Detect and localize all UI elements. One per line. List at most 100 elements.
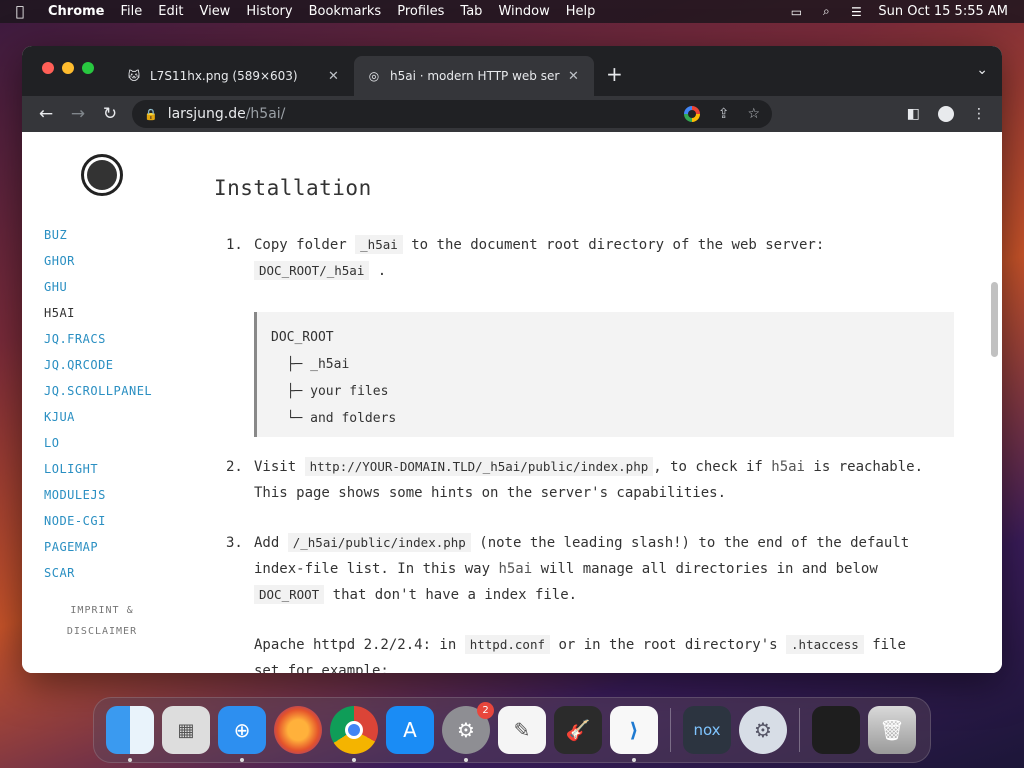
imprint-line1[interactable]: IMPRINT &: [52, 600, 152, 621]
garageband-icon[interactable]: 🎸: [554, 706, 602, 754]
menu-help[interactable]: Help: [558, 4, 604, 19]
settings-gear-icon[interactable]: ⚙: [739, 706, 787, 754]
tab-title: L7S11hx.png (589×603): [150, 69, 298, 83]
menu-view[interactable]: View: [191, 4, 238, 19]
page-heading: Installation: [214, 176, 372, 200]
menu-edit[interactable]: Edit: [150, 4, 191, 19]
sidebar-item-jq-qrcode[interactable]: JQ.QRCODE: [44, 352, 152, 378]
bookmark-star-icon[interactable]: ☆: [747, 106, 760, 122]
step-text: Copy folder: [254, 237, 347, 253]
step-text: , to check if: [653, 459, 763, 475]
dock-separator: [799, 708, 800, 752]
window-controls: [42, 62, 94, 74]
sidebar-item-jq-scrollpanel[interactable]: JQ.SCROLLPANEL: [44, 378, 152, 404]
tab-close-icon[interactable]: ✕: [328, 69, 339, 84]
step-number: 1.: [226, 237, 243, 253]
imprint-link[interactable]: IMPRINT & DISCLAIMER: [52, 600, 152, 642]
zoom-window-button[interactable]: [82, 62, 94, 74]
side-panel-icon[interactable]: ◧: [907, 106, 920, 122]
menu-app-name[interactable]: Chrome: [40, 4, 113, 19]
menu-profiles[interactable]: Profiles: [389, 4, 452, 19]
step-text: .: [377, 263, 387, 279]
screen-mirroring-icon[interactable]: ▭: [788, 5, 804, 19]
sidebar-item-modulejs[interactable]: MODULEJS: [44, 482, 152, 508]
apple-menu-icon[interactable]: : [0, 4, 40, 20]
new-tab-button[interactable]: +: [606, 62, 623, 86]
tab-close-icon[interactable]: ✕: [568, 69, 579, 84]
menu-history[interactable]: History: [238, 4, 300, 19]
sidebar-item-buz[interactable]: BUZ: [44, 222, 152, 248]
spotlight-search-icon[interactable]: ⌕: [818, 4, 834, 18]
nox-icon[interactable]: nox: [683, 706, 731, 754]
dock-separator: [670, 708, 671, 752]
site-logo[interactable]: [81, 154, 123, 196]
finder-icon[interactable]: [106, 706, 154, 762]
browser-window: 🐱 L7S11hx.png (589×603) ✕ ◎ h5ai · moder…: [22, 46, 1002, 673]
macos-dock: ▦ ⊕ A ⚙ 2 ✎ 🎸 ⟩ nox ⚙ 🗑: [93, 697, 931, 763]
inline-code: _h5ai: [355, 235, 403, 254]
globe-favicon-icon: ◎: [368, 69, 380, 83]
apache-config-paragraph: Apache httpd 2.2/2.4: in httpd.conf or i…: [226, 632, 956, 673]
notification-badge: 2: [477, 702, 494, 719]
finder-window-icon[interactable]: [812, 706, 860, 754]
reload-icon[interactable]: ↻: [94, 104, 126, 124]
step-number: 2.: [226, 459, 243, 475]
inline-code: http://YOUR-DOMAIN.TLD/_h5ai/public/inde…: [304, 457, 654, 476]
safari-icon[interactable]: ⊕: [218, 706, 266, 762]
step-text: file: [872, 637, 906, 653]
sidebar-item-scar[interactable]: SCAR: [44, 560, 152, 586]
sidebar-item-lo[interactable]: LO: [44, 430, 152, 456]
textedit-icon[interactable]: ✎: [498, 706, 546, 754]
close-window-button[interactable]: [42, 62, 54, 74]
menu-clock[interactable]: Sun Oct 15 5:55 AM: [878, 4, 1008, 19]
image-favicon-icon: 🐱: [127, 69, 141, 83]
sidebar-item-node-cgi[interactable]: NODE-CGI: [44, 508, 152, 534]
sidebar-item-h5ai[interactable]: H5AI: [44, 300, 152, 326]
profile-avatar-icon[interactable]: [938, 106, 954, 122]
page-scrollbar[interactable]: [991, 282, 998, 357]
share-icon[interactable]: ⇪: [718, 106, 730, 122]
sidebar-item-ghu[interactable]: GHU: [44, 274, 152, 300]
trash-icon[interactable]: 🗑: [868, 706, 916, 754]
imprint-line2[interactable]: DISCLAIMER: [52, 621, 152, 642]
menu-bookmarks[interactable]: Bookmarks: [301, 4, 390, 19]
sidebar-item-ghor[interactable]: GHOR: [44, 248, 152, 274]
minimize-window-button[interactable]: [62, 62, 74, 74]
address-path: /h5ai/: [245, 106, 286, 122]
inline-code: DOC_ROOT/_h5ai: [254, 261, 370, 280]
step-text: Apache httpd 2.2/2.4: in: [254, 637, 457, 653]
vscode-icon[interactable]: ⟩: [610, 706, 658, 762]
step-number: 3.: [226, 535, 243, 551]
tab-h5ai[interactable]: ◎ h5ai · modern HTTP web serve ✕: [354, 56, 594, 96]
sidebar-item-kjua[interactable]: KJUA: [44, 404, 152, 430]
app-store-icon[interactable]: A: [386, 706, 434, 754]
menu-tab[interactable]: Tab: [452, 4, 490, 19]
step-text: or in the root directory's: [558, 637, 778, 653]
tab-search-chevron-icon[interactable]: ⌄: [976, 62, 988, 78]
google-lens-icon[interactable]: [683, 106, 700, 122]
tab-strip: 🐱 L7S11hx.png (589×603) ✕ ◎ h5ai · moder…: [22, 46, 1002, 96]
browser-toolbar: ← → ↻ 🔒 larsjung.de/h5ai/ ⇪ ☆ ◧ ⋮: [22, 96, 1002, 132]
chrome-icon[interactable]: [330, 706, 378, 762]
forward-arrow-icon[interactable]: →: [62, 104, 94, 124]
menu-window[interactable]: Window: [490, 4, 557, 19]
step-1: 1. Copy folder _h5ai to the document roo…: [226, 232, 956, 284]
back-arrow-icon[interactable]: ←: [30, 104, 62, 124]
system-preferences-icon[interactable]: ⚙ 2: [442, 702, 494, 762]
tree-line: ├─ _h5ai: [271, 357, 350, 372]
sidebar-item-jq-fracs[interactable]: JQ.FRACS: [44, 326, 152, 352]
control-center-icon[interactable]: ☰: [848, 5, 864, 19]
lock-icon[interactable]: 🔒: [144, 108, 158, 121]
address-bar[interactable]: 🔒 larsjung.de/h5ai/ ⇪ ☆: [132, 100, 772, 128]
menu-file[interactable]: File: [113, 4, 151, 19]
tree-line: ├─ your files: [271, 384, 389, 399]
sidebar-item-lolight[interactable]: LOLIGHT: [44, 456, 152, 482]
inline-code: .htaccess: [786, 635, 864, 654]
firefox-icon[interactable]: [274, 706, 322, 754]
macos-menu-bar:  Chrome File Edit View History Bookmark…: [0, 0, 1024, 23]
tab-title: h5ai · modern HTTP web serve: [390, 69, 560, 83]
more-menu-icon[interactable]: ⋮: [972, 106, 986, 122]
sidebar-item-pagemap[interactable]: PAGEMAP: [44, 534, 152, 560]
launchpad-icon[interactable]: ▦: [162, 706, 210, 754]
tab-image[interactable]: 🐱 L7S11hx.png (589×603) ✕: [114, 56, 352, 96]
